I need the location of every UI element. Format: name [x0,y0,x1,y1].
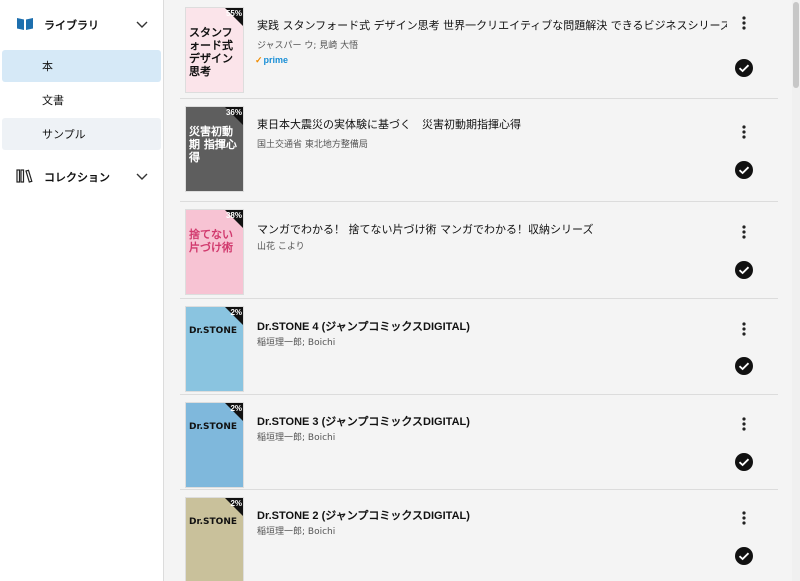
progress-text: 2% [230,499,242,508]
more-vertical-icon [742,417,746,431]
book-row[interactable]: Dr.STONE 2% Dr.STONE 4 (ジャンプコミックスDIGITAL… [180,299,778,395]
downloaded-check-icon [735,453,753,471]
sidebar-collection-label: コレクション [44,171,110,184]
cover-text: スタンフォード式 デザイン 思考 [189,26,233,78]
book-author: 国土交通省 東北地方整備局 [257,140,368,150]
sidebar-item-documents[interactable]: 文書 [2,84,161,116]
more-vertical-icon [742,125,746,139]
more-options-button[interactable] [733,413,755,435]
downloaded-check-icon [735,547,753,565]
book-title[interactable]: 東日本大震災の実体験に基づく 災害初動期指揮心得 [257,116,727,132]
more-options-button[interactable] [733,507,755,529]
book-author: ジャスパー ウ; 見崎 大悟 [257,41,359,51]
cover-background [186,307,243,391]
scrollbar-thumb[interactable] [793,2,799,88]
more-options-button[interactable] [733,221,755,243]
sidebar: ライブラリ 本 文書 サンプル コレクション [0,0,164,581]
more-vertical-icon [742,511,746,525]
downloaded-check-icon [735,161,753,179]
progress-text: 36% [225,108,242,117]
sidebar-collection-header[interactable]: コレクション [0,152,163,202]
sidebar-item-samples[interactable]: サンプル [2,118,161,150]
book-cover[interactable]: 捨てない 片づけ術 38% [186,210,243,294]
more-options-button[interactable] [733,318,755,340]
progress-text: 55% [225,9,242,18]
cover-text: Dr.STONE [189,517,237,527]
chevron-down-icon[interactable] [129,21,155,29]
more-vertical-icon [742,322,746,336]
sidebar-item-label: 文書 [42,94,64,107]
prime-badge: ✓prime [255,55,289,65]
cover-background [186,403,243,487]
cover-text: 災害初動期 指揮心得 [189,125,237,164]
book-author: 稲垣理一郎; Boichi [257,338,336,348]
book-cover[interactable]: Dr.STONE 2% [186,307,243,391]
book-title[interactable]: Dr.STONE 2 (ジャンプコミックスDIGITAL) [257,507,727,523]
more-options-button[interactable] [733,12,755,34]
book-open-icon [16,16,34,35]
book-cover[interactable]: Dr.STONE 2% [186,403,243,487]
cover-text: 捨てない 片づけ術 [189,228,233,254]
book-author: 稲垣理一郎; Boichi [257,527,336,537]
scrollbar[interactable] [792,0,800,581]
more-vertical-icon [742,16,746,30]
book-row[interactable]: 捨てない 片づけ術 38% マンガでわかる！ 捨てない片づけ術 マンガでわかる！… [180,202,778,299]
cover-text: Dr.STONE [189,326,237,336]
more-options-button[interactable] [733,121,755,143]
progress-text: 38% [225,211,242,220]
downloaded-check-icon [735,59,753,77]
downloaded-check-icon [735,357,753,375]
sidebar-item-label: サンプル [42,128,86,141]
sidebar-library-label: ライブラリ [44,19,99,32]
book-list: スタンフォード式 デザイン 思考 55% 実践 スタンフォード式 デザイン思考 … [165,0,792,581]
progress-text: 2% [230,308,242,317]
books-shelf-icon [16,168,34,187]
more-vertical-icon [742,225,746,239]
sidebar-item-label: 本 [42,60,53,73]
book-row[interactable]: スタンフォード式 デザイン 思考 55% 実践 スタンフォード式 デザイン思考 … [180,0,778,99]
downloaded-check-icon [735,261,753,279]
book-cover[interactable]: Dr.STONE 2% [186,498,243,581]
book-title[interactable]: 実践 スタンフォード式 デザイン思考 世界一クリエイティブな問題解決 できるビジ… [257,17,727,33]
progress-text: 2% [230,404,242,413]
book-author: 稲垣理一郎; Boichi [257,433,336,443]
book-row[interactable]: Dr.STONE 2% Dr.STONE 2 (ジャンプコミックスDIGITAL… [180,490,778,581]
cover-text: Dr.STONE [189,422,237,432]
cover-background [186,498,243,581]
checkmark-icon: ✓ [255,55,263,65]
book-title[interactable]: Dr.STONE 4 (ジャンプコミックスDIGITAL) [257,318,727,334]
book-cover[interactable]: スタンフォード式 デザイン 思考 55% [186,8,243,92]
chevron-down-icon[interactable] [129,173,155,181]
book-author: 山花 こより [257,242,305,252]
book-cover[interactable]: 災害初動期 指揮心得 36% [186,107,243,191]
book-title[interactable]: マンガでわかる！ 捨てない片づけ術 マンガでわかる！収納シリーズ [257,221,727,237]
sidebar-library-header[interactable]: ライブラリ [0,0,163,50]
sidebar-item-books[interactable]: 本 [2,50,161,82]
book-row[interactable]: 災害初動期 指揮心得 36% 東日本大震災の実体験に基づく 災害初動期指揮心得 … [180,99,778,202]
book-row[interactable]: Dr.STONE 2% Dr.STONE 3 (ジャンプコミックスDIGITAL… [180,395,778,490]
book-title[interactable]: Dr.STONE 3 (ジャンプコミックスDIGITAL) [257,413,727,429]
